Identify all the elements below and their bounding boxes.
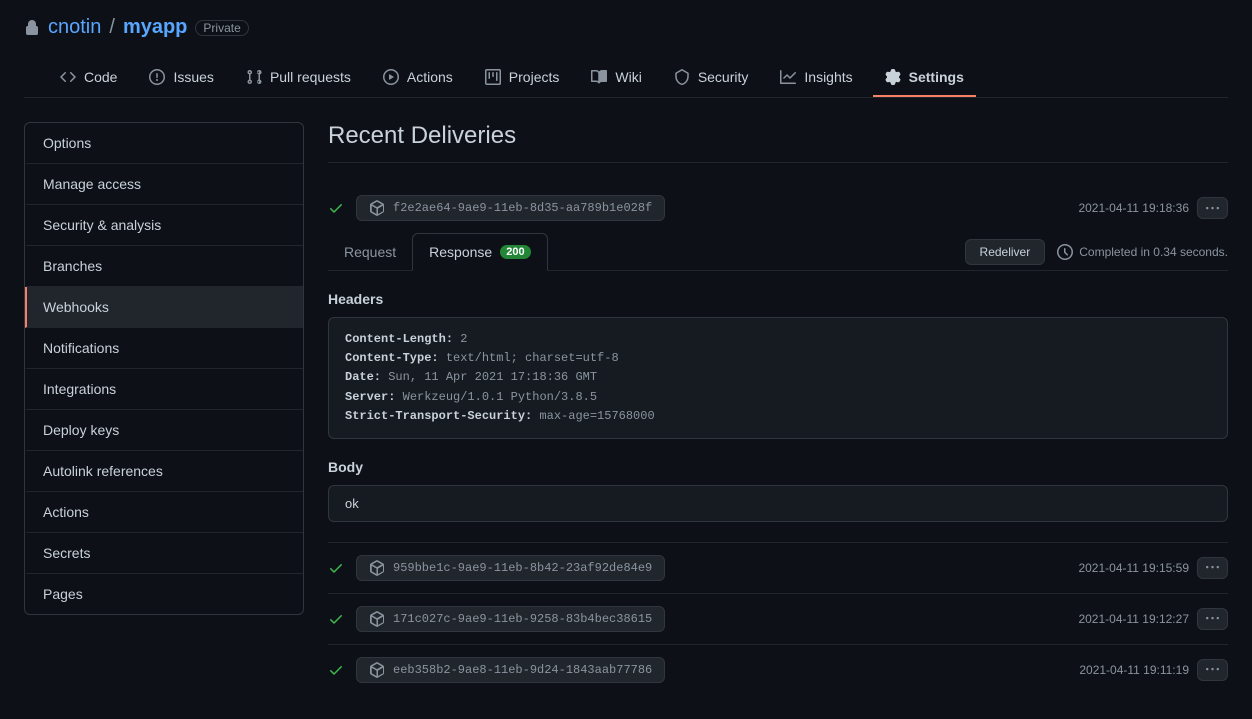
sidebar-item-webhooks[interactable]: Webhooks xyxy=(25,287,303,328)
delivery-id-pill: 959bbe1c-9ae9-11eb-8b42-23af92de84e9 xyxy=(356,555,665,581)
lock-icon xyxy=(24,20,40,36)
nav-insights-label: Insights xyxy=(804,69,852,85)
kebab-icon xyxy=(1206,202,1219,215)
nav-wiki[interactable]: Wiki xyxy=(579,59,653,97)
nav-security-label: Security xyxy=(698,69,749,85)
slash: / xyxy=(109,16,115,39)
delivery-row[interactable]: 171c027c-9ae9-11eb-9258-83b4bec38615 202… xyxy=(328,593,1228,644)
delivery-id-pill: 171c027c-9ae9-11eb-9258-83b4bec38615 xyxy=(356,606,665,632)
delivery-time: 2021-04-11 19:15:59 xyxy=(1078,561,1189,575)
nav-issues-label: Issues xyxy=(173,69,213,85)
package-icon xyxy=(369,200,385,216)
nav-wiki-label: Wiki xyxy=(615,69,641,85)
delivery-id-pill: f2e2ae64-9ae9-11eb-8d35-aa789b1e028f xyxy=(356,195,665,221)
tab-response[interactable]: Response 200 xyxy=(412,233,547,271)
check-icon xyxy=(328,200,344,216)
nav-issues[interactable]: Issues xyxy=(137,59,225,97)
sidebar-item-pages[interactable]: Pages xyxy=(25,574,303,614)
status-badge: 200 xyxy=(500,245,530,259)
nav-pulls[interactable]: Pull requests xyxy=(234,59,363,97)
nav-pulls-label: Pull requests xyxy=(270,69,351,85)
package-icon xyxy=(369,611,385,627)
settings-sidebar: Options Manage access Security & analysi… xyxy=(24,122,304,695)
package-icon xyxy=(369,662,385,678)
repo-nav: Code Issues Pull requests Actions Projec… xyxy=(24,59,1228,98)
nav-actions[interactable]: Actions xyxy=(371,59,465,97)
sidebar-item-deploy-keys[interactable]: Deploy keys xyxy=(25,410,303,451)
tab-response-label: Response xyxy=(429,244,492,260)
sidebar-item-actions[interactable]: Actions xyxy=(25,492,303,533)
completed-text: Completed in 0.34 seconds. xyxy=(1057,244,1228,260)
page-title: Recent Deliveries xyxy=(328,122,1228,163)
headers-block: Content-Length: 2Content-Type: text/html… xyxy=(328,317,1228,439)
delivery-time: 2021-04-11 19:12:27 xyxy=(1078,612,1189,626)
delivery-id-pill: eeb358b2-9ae8-11eb-9d24-1843aab77786 xyxy=(356,657,665,683)
delivery-id: 959bbe1c-9ae9-11eb-8b42-23af92de84e9 xyxy=(393,561,652,575)
delivery-menu-button[interactable] xyxy=(1197,557,1228,579)
sidebar-item-branches[interactable]: Branches xyxy=(25,246,303,287)
main-content: Recent Deliveries f2e2ae64-9ae9-11eb-8d3… xyxy=(328,122,1228,695)
nav-security[interactable]: Security xyxy=(662,59,761,97)
sidebar-item-secrets[interactable]: Secrets xyxy=(25,533,303,574)
body-block: ok xyxy=(328,485,1228,522)
sidebar-item-manage-access[interactable]: Manage access xyxy=(25,164,303,205)
sidebar-item-integrations[interactable]: Integrations xyxy=(25,369,303,410)
delivery-menu-button[interactable] xyxy=(1197,608,1228,630)
repo-owner-link[interactable]: cnotin xyxy=(48,16,101,39)
check-icon xyxy=(328,560,344,576)
delivery-id: eeb358b2-9ae8-11eb-9d24-1843aab77786 xyxy=(393,663,652,677)
sidebar-item-autolink[interactable]: Autolink references xyxy=(25,451,303,492)
nav-insights[interactable]: Insights xyxy=(768,59,864,97)
nav-settings-label: Settings xyxy=(909,69,964,85)
delivery-id: f2e2ae64-9ae9-11eb-8d35-aa789b1e028f xyxy=(393,201,652,215)
delivery-row[interactable]: f2e2ae64-9ae9-11eb-8d35-aa789b1e028f 202… xyxy=(328,183,1228,233)
check-icon xyxy=(328,662,344,678)
repo-name-link[interactable]: myapp xyxy=(123,16,187,39)
delivery-id: 171c027c-9ae9-11eb-9258-83b4bec38615 xyxy=(393,612,652,626)
sidebar-item-notifications[interactable]: Notifications xyxy=(25,328,303,369)
delivery-row[interactable]: 959bbe1c-9ae9-11eb-8b42-23af92de84e9 202… xyxy=(328,542,1228,593)
delivery-row[interactable]: eeb358b2-9ae8-11eb-9d24-1843aab77786 202… xyxy=(328,644,1228,695)
repo-title: cnotin / myapp Private xyxy=(24,16,1228,39)
sidebar-item-security-analysis[interactable]: Security & analysis xyxy=(25,205,303,246)
nav-projects-label: Projects xyxy=(509,69,560,85)
nav-code-label: Code xyxy=(84,69,117,85)
tab-request[interactable]: Request xyxy=(328,234,412,270)
nav-actions-label: Actions xyxy=(407,69,453,85)
visibility-badge: Private xyxy=(195,20,248,36)
nav-projects[interactable]: Projects xyxy=(473,59,572,97)
delivery-time: 2021-04-11 19:18:36 xyxy=(1078,201,1189,215)
check-icon xyxy=(328,611,344,627)
nav-settings[interactable]: Settings xyxy=(873,59,976,97)
delivery-time: 2021-04-11 19:11:19 xyxy=(1079,663,1189,677)
clock-icon xyxy=(1057,244,1073,260)
detail-tabs: Request Response 200 Redeliver Completed… xyxy=(328,233,1228,271)
delivery-menu-button[interactable] xyxy=(1197,659,1228,681)
package-icon xyxy=(369,560,385,576)
delivery-menu-button[interactable] xyxy=(1197,197,1228,219)
sidebar-item-options[interactable]: Options xyxy=(25,123,303,164)
nav-code[interactable]: Code xyxy=(48,59,129,97)
body-title: Body xyxy=(328,459,1228,475)
redeliver-button[interactable]: Redeliver xyxy=(965,239,1046,265)
headers-title: Headers xyxy=(328,291,1228,307)
